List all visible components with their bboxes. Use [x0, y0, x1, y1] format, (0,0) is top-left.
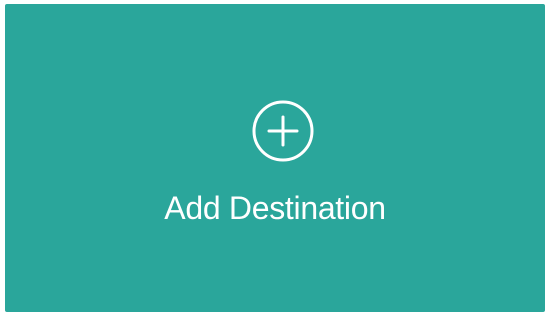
add-destination-label: Add Destination — [164, 190, 386, 226]
add-destination-card[interactable]: Add Destination — [5, 4, 545, 312]
add-circle-icon[interactable] — [252, 100, 314, 162]
page-frame: Add Destination — [0, 0, 550, 316]
